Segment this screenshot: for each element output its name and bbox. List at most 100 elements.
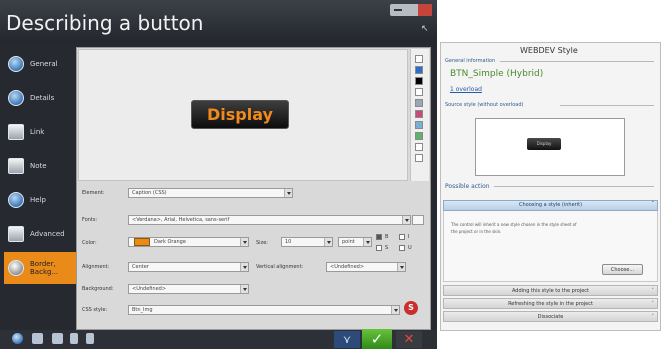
element-label: Element:	[82, 190, 105, 196]
sidebar-item-label: Advanced	[30, 230, 65, 238]
general-icon	[8, 56, 24, 72]
section-divider	[560, 105, 654, 106]
sidebar-item-advanced[interactable]: Advanced	[4, 218, 72, 250]
css-style-combo[interactable]: Btn_Img	[128, 305, 400, 315]
underline-checkbox[interactable]	[399, 245, 405, 251]
alignment-combo[interactable]: Center	[128, 262, 249, 272]
css-style-label: CSS style:	[82, 307, 108, 313]
minimize-icon[interactable]	[394, 9, 402, 11]
panel-title: WEBDEV Style	[520, 46, 578, 55]
sidebar-item-style[interactable]: Border, Backg...	[4, 252, 76, 284]
chevron-down-icon: ˅	[651, 301, 655, 307]
element-value: Caption (CSS)	[132, 190, 167, 196]
source-preview-button: Display	[527, 138, 561, 150]
background-swatch[interactable]	[415, 66, 423, 74]
background-swatch[interactable]	[415, 77, 423, 85]
background-swatch[interactable]	[415, 154, 423, 162]
help-round-icon[interactable]	[12, 333, 23, 344]
link-icon	[8, 124, 24, 140]
background-value: <Undefined>	[132, 286, 167, 292]
dissociate-label: Dissociate	[537, 314, 564, 320]
vertical-alignment-combo[interactable]: <Undefined>	[326, 262, 406, 272]
copy-icon[interactable]	[70, 333, 78, 344]
italic-checkbox[interactable]	[399, 234, 405, 240]
window-controls[interactable]	[390, 4, 432, 16]
close-window-icon[interactable]	[418, 4, 432, 16]
dissociate-action[interactable]: Dissociate ˅	[443, 311, 658, 322]
bold-checkbox[interactable]	[376, 234, 382, 240]
css-style-value: Btn_Img	[132, 307, 153, 313]
resize-icon[interactable]: ↖	[421, 24, 429, 34]
chevron-up-icon: ˄	[651, 201, 655, 207]
chevron-down-icon[interactable]	[240, 285, 248, 293]
preview-display-button[interactable]: Display	[191, 100, 289, 129]
background-swatch[interactable]	[415, 132, 423, 140]
sidebar-item-help[interactable]: Help	[4, 184, 72, 216]
background-swatch[interactable]	[415, 121, 423, 129]
fonts-label: Fonts:	[82, 217, 98, 223]
refresh-style-action[interactable]: Refreshing the style in the project ˅	[443, 298, 658, 309]
ok-button[interactable]: ✓	[362, 329, 392, 349]
general-information-label: General information	[445, 58, 496, 64]
background-combo[interactable]: <Undefined>	[128, 284, 249, 294]
chevron-down-icon[interactable]	[402, 216, 410, 224]
sidebar-item-general[interactable]: General	[4, 48, 72, 80]
background-swatch[interactable]	[415, 88, 423, 96]
size-label: Size:	[256, 240, 268, 246]
chevron-down-icon[interactable]	[324, 238, 332, 246]
choosing-description-line1: The control will inherit a new style cho…	[451, 222, 577, 227]
source-style-label: Source style (without overload)	[445, 102, 524, 108]
sidebar-item-label: Note	[30, 162, 47, 170]
size-unit-combo[interactable]: point	[338, 237, 372, 247]
underline-label: U	[408, 245, 412, 251]
size-combo[interactable]: 10	[281, 237, 333, 247]
expand-button[interactable]: ⋎	[334, 331, 360, 348]
sidebar-item-note[interactable]: Note	[4, 150, 72, 182]
vertical-alignment-value: <Undefined>	[330, 264, 365, 270]
cancel-button[interactable]: ✕	[396, 331, 422, 348]
paste-icon[interactable]	[86, 333, 94, 344]
note-icon	[8, 158, 24, 174]
print-icon[interactable]	[32, 333, 43, 344]
details-icon	[8, 90, 24, 106]
chevron-down-icon[interactable]	[284, 189, 292, 197]
sidebar-item-label: Help	[30, 196, 46, 204]
chevron-down-icon[interactable]	[240, 263, 248, 271]
sidebar-item-details[interactable]: Details	[4, 82, 72, 114]
style-name: BTN_Simple (Hybrid)	[450, 69, 544, 79]
fonts-browse-button[interactable]	[412, 215, 424, 225]
strike-label: S	[385, 245, 389, 251]
chevron-down-icon[interactable]	[240, 238, 248, 246]
vertical-alignment-label: Vertical alignment:	[256, 264, 304, 270]
refresh-style-label: Refreshing the style in the project	[508, 301, 593, 307]
sidebar-item-link[interactable]: Link	[4, 116, 72, 148]
italic-label: I	[408, 234, 410, 240]
style-icon	[8, 260, 24, 276]
overload-link[interactable]: 1 overload	[450, 86, 482, 93]
fonts-value: <Verdana>, Arial, Helvetica, sans-serif	[132, 217, 230, 223]
background-swatch[interactable]	[415, 110, 423, 118]
background-swatch[interactable]	[415, 99, 423, 107]
fonts-combo[interactable]: <Verdana>, Arial, Helvetica, sans-serif	[128, 215, 411, 225]
color-swatch	[134, 238, 150, 246]
add-style-action[interactable]: Adding this style to the project ˅	[443, 285, 658, 296]
alignment-value: Center	[132, 264, 149, 270]
window-icon[interactable]	[52, 333, 63, 344]
background-swatch[interactable]	[415, 143, 423, 151]
color-label: Color:	[82, 240, 97, 246]
choosing-description-line2: the project or in the skin.	[451, 229, 502, 234]
add-style-label: Adding this style to the project	[511, 288, 590, 294]
background-swatch[interactable]	[415, 55, 423, 63]
chevron-down-icon[interactable]	[397, 263, 405, 271]
chevron-down-icon[interactable]	[363, 238, 371, 246]
choosing-style-header[interactable]: Choosing a style (inherit) ˄	[443, 200, 658, 211]
chevron-down-icon: ˅	[651, 288, 655, 294]
element-combo[interactable]: Caption (CSS)	[128, 188, 293, 198]
strike-checkbox[interactable]	[376, 245, 382, 251]
css-style-icon[interactable]: S	[404, 301, 418, 315]
choose-button[interactable]: Choose...	[602, 264, 643, 275]
chevron-down-icon[interactable]	[391, 306, 399, 314]
sidebar-item-label: Link	[30, 128, 45, 136]
section-divider	[494, 186, 654, 187]
bold-label: B	[385, 234, 389, 240]
